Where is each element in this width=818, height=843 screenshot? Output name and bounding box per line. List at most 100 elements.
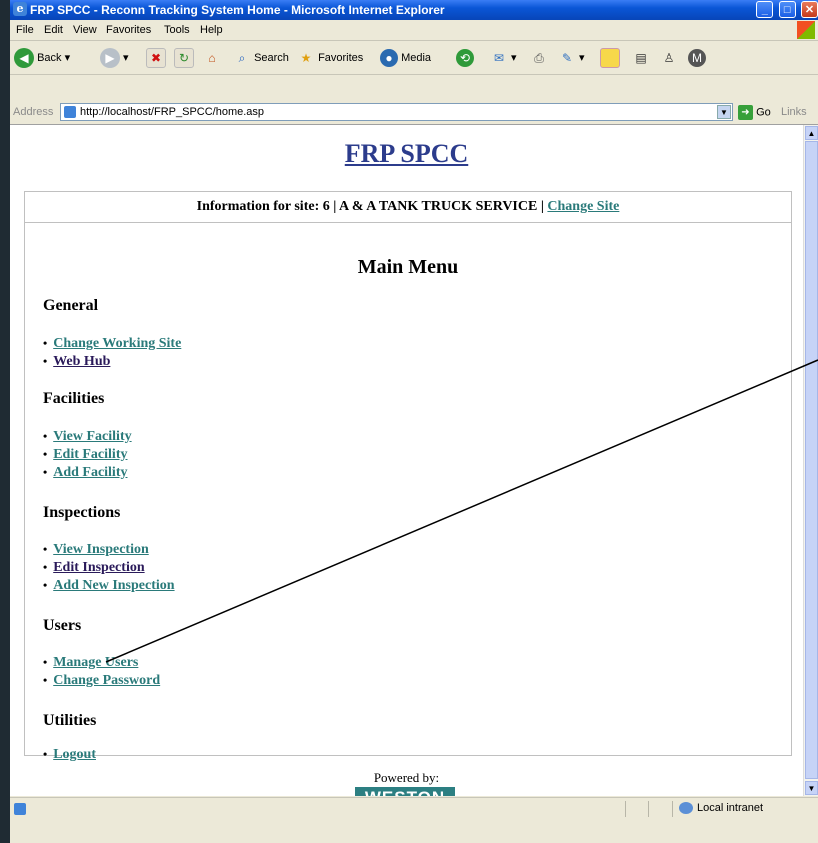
address-input[interactable]: http://localhost/FRP_SPCC/home.asp ▼ <box>60 103 733 121</box>
search-button[interactable]: ⌕ Search <box>233 47 289 69</box>
menu-item-change-working-site: • Change Working Site <box>43 336 182 351</box>
forward-button[interactable]: ▶ ▾ <box>100 47 129 69</box>
intranet-icon <box>679 802 693 815</box>
address-bar: Address http://localhost/FRP_SPCC/home.a… <box>10 101 818 125</box>
status-divider <box>625 801 626 817</box>
links-button[interactable]: Links <box>781 106 807 118</box>
site-info-bar: Information for site: 6 | A & A TANK TRU… <box>25 192 791 223</box>
history-button[interactable]: ⟲ <box>456 47 474 69</box>
minimize-button[interactable]: _ <box>756 1 774 18</box>
scroll-up-icon[interactable]: ▲ <box>805 126 818 140</box>
menu-item-view-inspection: • View Inspection <box>43 542 149 557</box>
status-page-icon <box>14 803 26 815</box>
go-button[interactable]: ➜ Go <box>738 105 771 120</box>
menu-edit[interactable]: Edit <box>44 24 63 36</box>
web-hub-link[interactable]: Web Hub <box>53 354 110 369</box>
section-users: Users <box>43 617 82 634</box>
section-general: General <box>43 297 99 314</box>
close-button[interactable]: ✕ <box>801 1 818 18</box>
messenger-button[interactable]: ♙ <box>660 47 678 69</box>
menu-item-web-hub: • Web Hub <box>43 354 111 369</box>
windows-flag-icon <box>797 21 815 39</box>
note-icon <box>600 48 620 69</box>
section-facilities: Facilities <box>43 390 105 407</box>
scroll-down-icon[interactable]: ▼ <box>805 781 818 795</box>
m-icon: M <box>688 49 706 68</box>
address-dropdown-icon[interactable]: ▼ <box>717 105 731 119</box>
address-url: http://localhost/FRP_SPCC/home.asp <box>80 106 265 118</box>
print-button[interactable]: ⎙ <box>530 47 548 69</box>
menu-tools[interactable]: Tools <box>164 24 190 36</box>
media-button[interactable]: ● Media <box>380 47 431 69</box>
refresh-icon: ↻ <box>174 48 194 69</box>
back-arrow-icon: ◀ <box>14 48 34 69</box>
menu-item-edit-facility: • Edit Facility <box>43 447 128 462</box>
menu-file[interactable]: File <box>16 24 34 36</box>
favorites-button[interactable]: ★ Favorites <box>297 47 364 69</box>
page-icon <box>64 106 76 118</box>
weston-logo: WESTON <box>355 787 455 796</box>
edit-inspection-link[interactable]: Edit Inspection <box>53 560 144 575</box>
window-controls: _ □ ✕ <box>754 1 818 19</box>
change-password-link[interactable]: Change Password <box>53 673 160 688</box>
menu-item-add-new-inspection: • Add New Inspection <box>43 578 175 593</box>
ie-logo-icon: e <box>13 2 27 16</box>
stop-button[interactable]: ✖ <box>146 47 166 69</box>
title-bar[interactable]: e FRP SPCC - Reconn Tracking System Home… <box>10 0 818 20</box>
desktop-edge <box>0 0 10 843</box>
vertical-scrollbar[interactable]: ▲ ▼ <box>803 125 818 796</box>
menu-item-change-password: • Change Password <box>43 673 161 688</box>
add-facility-link[interactable]: Add Facility <box>53 465 127 480</box>
menu-favorites[interactable]: Favorites <box>106 24 151 36</box>
mail-icon: ✉ <box>493 51 505 66</box>
research-button[interactable]: ▤ <box>632 47 650 69</box>
menu-item-view-facility: • View Facility <box>43 429 132 444</box>
status-bar: Local intranet <box>10 797 818 820</box>
browser-window: e FRP SPCC - Reconn Tracking System Home… <box>10 0 818 843</box>
discuss-button[interactable] <box>600 47 620 69</box>
home-icon: ⌂ <box>208 51 216 66</box>
main-menu-heading: Main Menu <box>357 256 459 278</box>
menu-bar: File Edit View Favorites Tools Help <box>10 21 818 41</box>
menu-item-add-facility: • Add Facility <box>43 465 128 480</box>
address-label: Address <box>13 106 54 118</box>
go-arrow-icon: ➜ <box>738 105 753 120</box>
view-inspection-link[interactable]: View Inspection <box>53 542 149 557</box>
menu-item-logout: • Logout <box>43 747 96 762</box>
menu-help[interactable]: Help <box>200 24 223 36</box>
forward-arrow-icon: ▶ <box>100 48 120 69</box>
view-facility-link[interactable]: View Facility <box>53 429 131 444</box>
print-icon: ⎙ <box>534 51 544 66</box>
manage-users-link[interactable]: Manage Users <box>53 655 138 670</box>
edit-button[interactable]: ✎ ▾ <box>558 47 585 69</box>
status-divider <box>672 801 673 817</box>
edit-facility-link[interactable]: Edit Facility <box>53 447 127 462</box>
page-heading[interactable]: FRP SPCC <box>10 139 803 169</box>
edit-icon: ✎ <box>561 51 573 66</box>
back-button[interactable]: ◀ Back ▾ <box>14 47 70 69</box>
status-divider <box>648 801 649 817</box>
stop-icon: ✖ <box>146 48 166 69</box>
mail-button[interactable]: ✉ ▾ <box>490 47 517 69</box>
favorites-label: Favorites <box>318 52 364 64</box>
logout-link[interactable]: Logout <box>53 747 96 762</box>
menu-view[interactable]: View <box>73 24 97 36</box>
home-button[interactable]: ⌂ <box>203 47 221 69</box>
favorites-star-icon: ★ <box>300 51 312 66</box>
powered-by-text: Powered by: <box>373 770 440 785</box>
maximize-button[interactable]: □ <box>778 1 796 18</box>
zone-label: Local intranet <box>697 802 764 814</box>
scroll-thumb[interactable] <box>805 141 818 779</box>
change-working-site-link[interactable]: Change Working Site <box>53 336 181 351</box>
refresh-button[interactable]: ↻ <box>174 47 194 69</box>
section-inspections: Inspections <box>43 504 121 521</box>
main-panel: Information for site: 6 | A & A TANK TRU… <box>24 191 792 762</box>
extension-button[interactable]: M <box>688 47 706 69</box>
add-new-inspection-link[interactable]: Add New Inspection <box>53 578 174 593</box>
section-utilities: Utilities <box>43 712 97 729</box>
change-site-link[interactable]: Change Site <box>547 199 619 214</box>
window-title: FRP SPCC - Reconn Tracking System Home -… <box>30 3 445 17</box>
research-icon: ▤ <box>635 51 647 66</box>
security-zone: Local intranet <box>679 802 764 815</box>
back-label: Back <box>37 52 62 64</box>
